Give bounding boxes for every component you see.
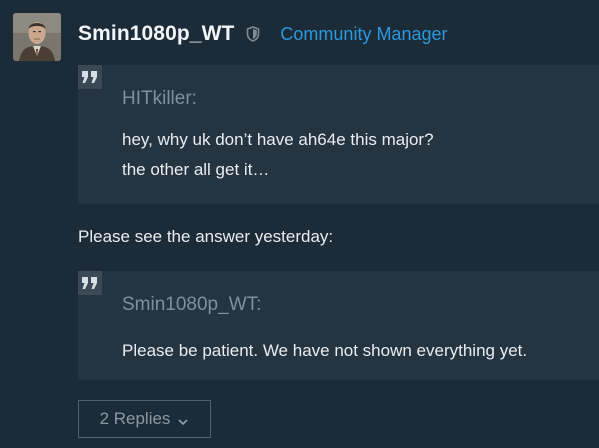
quote-text: hey, why uk don’t have ah64e this major?… (122, 125, 434, 185)
forum-post: Smin1080p_WT Community Manager HITkiller… (0, 0, 599, 448)
quote-line: hey, why uk don’t have ah64e this major? (122, 130, 434, 149)
quote-icon (78, 271, 102, 295)
quote-line: the other all get it… (122, 160, 270, 179)
quote-block: HITkiller: hey, why uk don’t have ah64e … (78, 65, 599, 204)
post-body-text: Please see the answer yesterday: (78, 227, 334, 246)
quote-text: Please be patient. We have not shown eve… (122, 336, 527, 366)
replies-label: 2 Replies (99, 409, 171, 428)
author-name[interactable]: Smin1080p_WT (78, 22, 234, 46)
replies-button[interactable]: 2 Replies (78, 400, 211, 438)
avatar[interactable] (13, 13, 61, 61)
chevron-down-icon (177, 413, 189, 426)
shield-icon (246, 26, 260, 42)
author-role-badge[interactable]: Community Manager (280, 24, 447, 45)
post-header: Smin1080p_WT Community Manager (78, 19, 447, 49)
quote-line: Please be patient. We have not shown eve… (122, 341, 528, 360)
user-portrait-icon (13, 13, 61, 61)
quote-icon (78, 65, 102, 89)
quote-author[interactable]: HITkiller: (122, 88, 197, 110)
quote-author[interactable]: Smin1080p_WT: (122, 294, 261, 316)
quote-block: Smin1080p_WT: Please be patient. We have… (78, 271, 599, 380)
